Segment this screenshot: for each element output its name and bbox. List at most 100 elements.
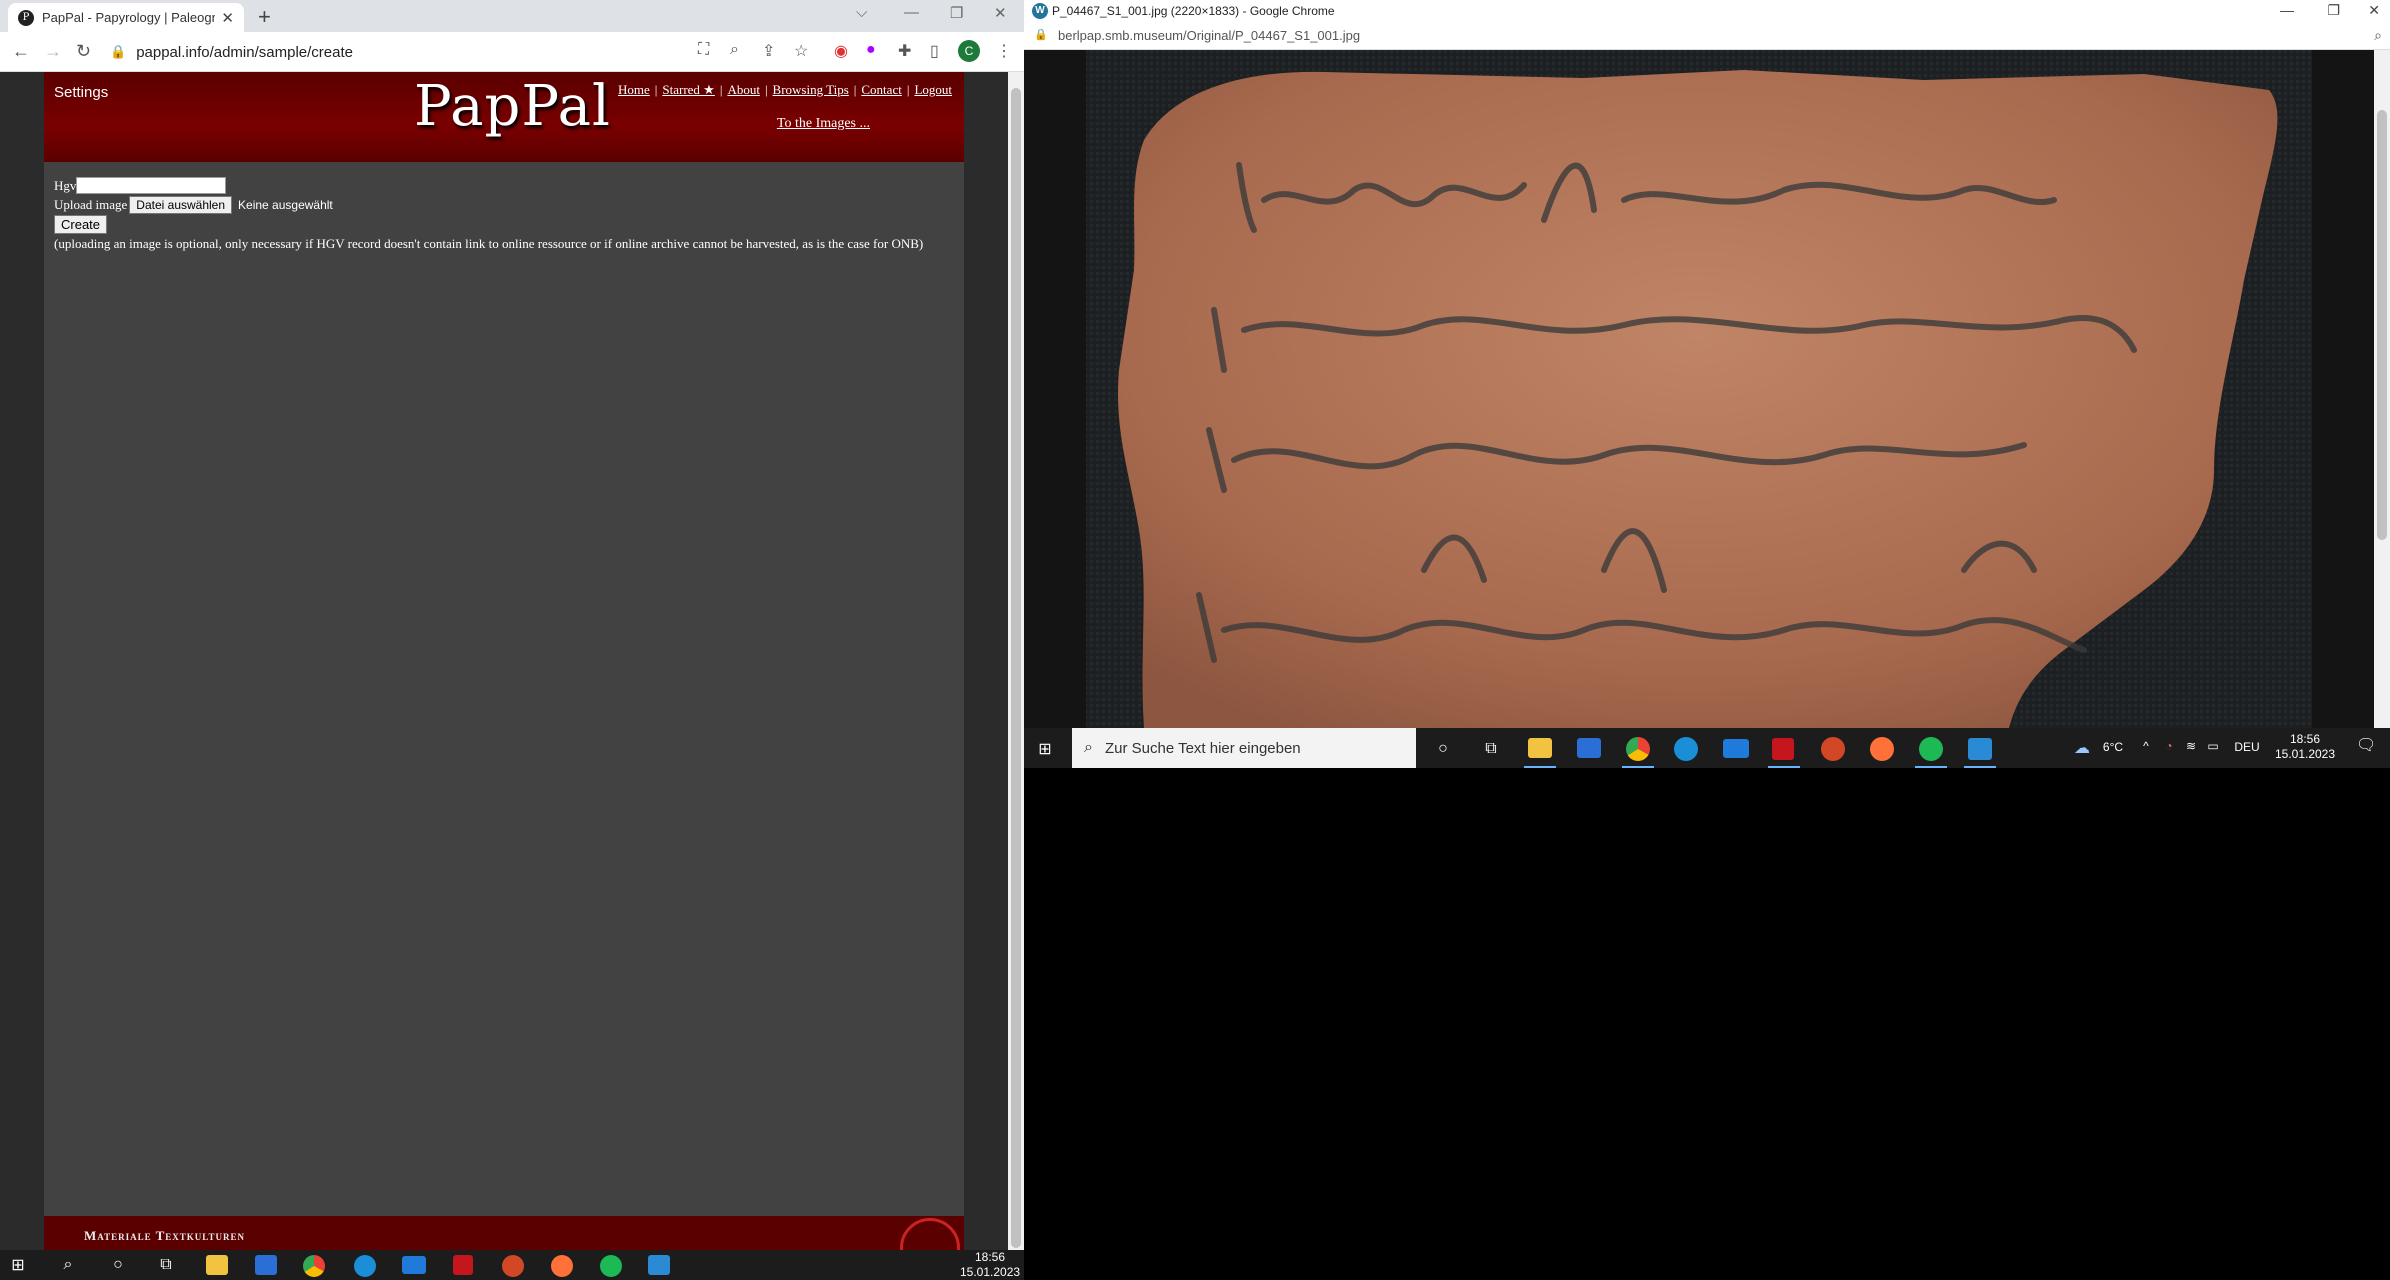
edge-icon[interactable]	[354, 1255, 376, 1277]
upload-image-label: Upload image	[54, 196, 128, 212]
address-bar[interactable]: 🔒 pappal.info/admin/sample/create	[110, 38, 680, 66]
tray-clock[interactable]: 18:56 15.01.2023	[2272, 732, 2338, 762]
chrome-icon[interactable]	[303, 1255, 325, 1277]
clock-date: 15.01.2023	[2274, 747, 2336, 761]
restore-icon[interactable]: ❐	[950, 4, 963, 22]
ostracon-image	[1024, 50, 2374, 728]
spotify-icon[interactable]	[600, 1255, 622, 1277]
right-minimize-icon[interactable]: —	[2280, 2, 2294, 18]
tab-strip: P PapPal - Papyrology | Paleograph ✕ + ⌵…	[0, 0, 1024, 32]
back-icon[interactable]: ←	[12, 41, 30, 62]
tray-app-icon[interactable]: ◔	[2160, 739, 2178, 754]
new-tab-icon[interactable]: +	[258, 4, 271, 30]
tab-title: PapPal - Papyrology | Paleograph	[42, 10, 216, 25]
search-icon[interactable]: ⌕	[58, 1255, 78, 1275]
edge-icon[interactable]	[1674, 737, 1698, 761]
hgv-label: Hgv	[54, 177, 77, 193]
footer-text: Materiale Textkulturen	[84, 1228, 245, 1243]
right-address-url: berlpap.smb.museum/Original/P_04467_S1_0…	[1058, 28, 1361, 43]
right-title-bar: W P_04467_S1_001.jpg (2220×1833) - Googl…	[1024, 0, 2390, 22]
top-nav: Home | Starred ★ | About | Browsing Tips | Conta…	[617, 82, 952, 97]
firefox-icon[interactable]	[551, 1255, 573, 1277]
store-icon[interactable]	[255, 1255, 277, 1275]
acrobat-icon[interactable]	[453, 1255, 473, 1275]
right-window-title: P_04467_S1_001.jpg (2220×1833) - Google …	[1052, 4, 1335, 18]
settings-link[interactable]: Settings	[54, 84, 108, 101]
file-explorer-icon[interactable]	[206, 1255, 228, 1275]
right-browser-window: W P_04467_S1_001.jpg (2220×1833) - Googl…	[1024, 0, 2390, 768]
powerpoint-icon[interactable]	[1821, 737, 1845, 761]
taskbar-search-icon: ⌕	[1084, 739, 1093, 756]
taskbar-left: ⊞ ⌕ ○ ⧉ 18:56 15.01.2023	[0, 1250, 1024, 1280]
tray-chevron-up-icon[interactable]: ^	[2138, 739, 2154, 754]
hgv-input[interactable]	[76, 177, 227, 194]
notification-icon[interactable]: 🗨	[2356, 738, 2376, 754]
create-button[interactable]: Create	[54, 215, 108, 234]
pappal-site: Settings PapPal Home | Starred ★ | About | Bro…	[44, 72, 964, 1278]
mail-icon[interactable]	[402, 1256, 426, 1274]
spotify-icon[interactable]	[1919, 737, 1943, 761]
taskbar-search-box[interactable]: ⌕ Zur Suche Text hier eingeben	[1072, 728, 1416, 768]
weather-cloud-icon[interactable]: ☁	[2070, 740, 2094, 757]
to-the-images-link[interactable]: To the Images ...	[777, 116, 870, 132]
task-view-icon[interactable]: ⧉	[156, 1255, 176, 1275]
cortana-icon[interactable]: ○	[108, 1255, 128, 1275]
wifi-icon[interactable]: ≋	[2182, 739, 2200, 754]
left-scrollbar[interactable]	[1008, 72, 1024, 1250]
forward-icon[interactable]: →	[44, 41, 62, 62]
nav-home[interactable]: Home	[618, 82, 650, 97]
reload-icon[interactable]: ↻	[76, 41, 91, 62]
extension-red-icon[interactable]: ◉	[834, 41, 848, 61]
right-scrollbar[interactable]	[2374, 50, 2390, 728]
zoom-icon[interactable]: ⌕	[730, 41, 739, 59]
windows-start-icon[interactable]: ⊞	[1034, 738, 1056, 760]
ostracon-photo-illustration	[1086, 50, 2312, 728]
language-indicator[interactable]: DEU	[2232, 740, 2262, 755]
file-explorer-icon[interactable]	[1528, 738, 1552, 758]
right-zoom-icon[interactable]: ⌕	[2374, 27, 2382, 44]
right-address-bar[interactable]: 🔒 berlpap.smb.museum/Original/P_04467_S1…	[1024, 22, 2390, 50]
battery-icon[interactable]: ▭	[2204, 739, 2222, 754]
translate-icon[interactable]: ⛶	[698, 41, 709, 59]
weather-temp[interactable]: 6°C	[2098, 740, 2128, 755]
taskbar-right: ⊞ ⌕ Zur Suche Text hier eingeben ○ ⧉ ☁ 6…	[1024, 728, 2390, 768]
right-restore-icon[interactable]: ❐	[2327, 2, 2340, 19]
nav-browsing-tips[interactable]: Browsing Tips	[773, 82, 849, 97]
firefox-icon[interactable]	[1870, 737, 1894, 761]
lock-icon: 🔒	[110, 44, 127, 59]
nav-about[interactable]: About	[727, 82, 760, 97]
extension-purple-icon[interactable]: ●	[866, 41, 876, 59]
photos-icon[interactable]	[648, 1255, 670, 1275]
profile-avatar[interactable]: C	[958, 40, 980, 62]
mail-icon[interactable]	[1723, 739, 1749, 758]
choose-file-button[interactable]: Datei auswählen	[129, 195, 233, 214]
pappal-logo[interactable]: PapPal	[414, 74, 611, 139]
cortana-icon[interactable]: ○	[1432, 738, 1454, 760]
windows-start-icon[interactable]: ⊞	[8, 1255, 28, 1275]
right-close-icon[interactable]: ✕	[2368, 2, 2380, 19]
bookmark-star-icon[interactable]: ☆	[794, 41, 808, 61]
minimize-icon[interactable]: —	[904, 4, 919, 21]
clock-date: 15.01.2023	[960, 1265, 1021, 1279]
tab-pappal[interactable]: P PapPal - Papyrology | Paleograph ✕	[8, 3, 244, 32]
nav-contact[interactable]: Contact	[861, 82, 901, 97]
task-view-icon[interactable]: ⧉	[1480, 738, 1502, 760]
photos-icon[interactable]	[1968, 738, 1992, 760]
acrobat-icon[interactable]	[1772, 738, 1794, 760]
right-lock-icon: 🔒	[1034, 29, 1048, 41]
side-panel-icon[interactable]: ▯	[930, 41, 939, 61]
share-icon[interactable]: ⇪	[762, 41, 775, 61]
page-viewport: Settings PapPal Home | Starred ★ | About | Bro…	[0, 72, 1008, 1278]
tab-search-chevron-icon[interactable]: ⌵	[856, 4, 867, 21]
tab-close-icon[interactable]: ✕	[221, 9, 234, 27]
powerpoint-icon[interactable]	[502, 1255, 524, 1277]
left-browser-window: P PapPal - Papyrology | Paleograph ✕ + ⌵…	[0, 0, 1024, 1278]
nav-starred[interactable]: Starred ★	[662, 82, 714, 97]
browser-toolbar: ← → ↻ 🔒 pappal.info/admin/sample/create …	[0, 32, 1024, 72]
menu-kebab-icon[interactable]: ⋮	[996, 41, 1012, 61]
nav-logout[interactable]: Logout	[914, 82, 952, 97]
close-window-icon[interactable]: ✕	[994, 4, 1007, 22]
chrome-icon[interactable]	[1626, 737, 1650, 761]
extensions-puzzle-icon[interactable]: ✚	[898, 41, 911, 61]
store-icon[interactable]	[1577, 738, 1601, 758]
